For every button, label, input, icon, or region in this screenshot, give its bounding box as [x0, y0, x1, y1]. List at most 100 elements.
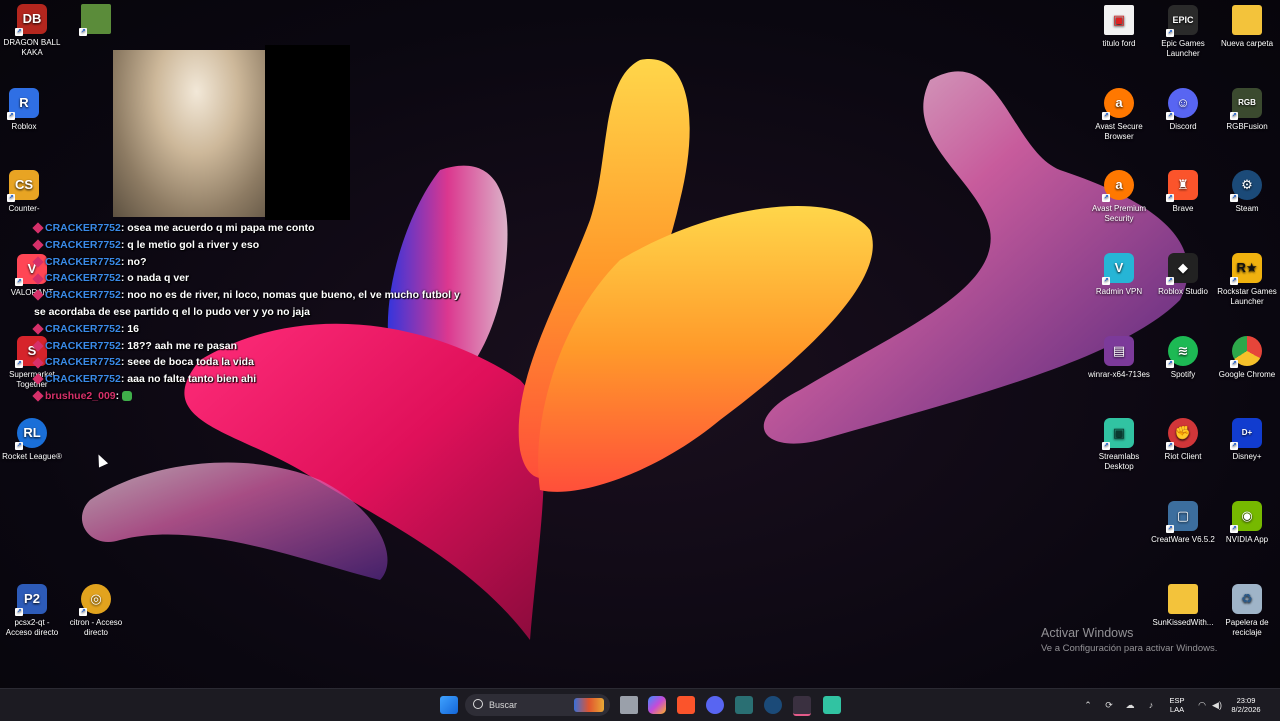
desktop-icon-label: Avast Secure Browser	[1095, 122, 1143, 141]
nvidia-icon: ◉ ↗	[1230, 501, 1262, 533]
desktop-icon-label: Spotify	[1170, 370, 1196, 379]
pcsx2-icon: P2 ↗	[15, 584, 47, 616]
desktop-icon-label: pcsx2-qt - Acceso directo	[5, 618, 59, 637]
counter-strike-icon: CS ↗	[7, 170, 39, 202]
sync-icon[interactable]: ⟳	[1104, 700, 1114, 710]
desktop-icon-disney-plus[interactable]: D+ ↗ Disney+	[1215, 418, 1279, 498]
language-indicator[interactable]: ESP LAA	[1166, 696, 1188, 714]
desktop-icon-avast-security[interactable]: a ↗ Avast Premium Security	[1087, 170, 1151, 250]
file-explorer-icon[interactable]	[735, 696, 753, 714]
desktop-icon-avast-browser[interactable]: a ↗ Avast Secure Browser	[1087, 88, 1151, 168]
emote-icon	[122, 391, 133, 402]
desktop-icon-label: Rocket League®	[2, 452, 62, 461]
desktop-icon-spotify[interactable]: ≋ ↗ Spotify	[1151, 336, 1215, 416]
desktop-icon-label: Epic Games Launcher	[1161, 39, 1205, 58]
steam-taskbar-icon[interactable]	[764, 696, 782, 714]
watermark-subtitle: Ve a Configuración para activar Windows.	[1041, 643, 1218, 654]
chat-username: CRACKER7752	[45, 322, 121, 335]
wifi-icon[interactable]: ◠	[1197, 700, 1207, 710]
discord-icon: ☺ ↗	[1166, 88, 1198, 120]
search-placeholder: Buscar	[489, 700, 518, 710]
desktop-icon-label: Papelera de reciclaje	[1225, 618, 1269, 637]
desktop-icon-label: Google Chrome	[1218, 370, 1276, 379]
desktop-icon-label: Streamlabs Desktop	[1098, 452, 1140, 471]
chat-message: CRACKER7752: 16	[32, 321, 474, 338]
radmin-vpn-icon: V ↗	[1102, 253, 1134, 285]
desktop-icon-label: NVIDIA App	[1225, 535, 1269, 544]
minecraft-icon: ↗	[79, 4, 111, 36]
desktop-icon-label: citron - Acceso directo	[69, 618, 123, 637]
copilot-icon[interactable]	[648, 696, 666, 714]
folder-icon	[1168, 584, 1198, 614]
task-view-button[interactable]	[620, 696, 638, 714]
chat-username: brushue2_009	[45, 389, 116, 402]
chat-username: CRACKER7752	[45, 289, 121, 302]
desktop-icon-citron[interactable]: ◎ ↗ citron - Acceso directo	[64, 584, 128, 664]
brave-icon: ♜ ↗	[1166, 170, 1198, 202]
start-button[interactable]	[440, 696, 458, 714]
chat-text: : no?	[120, 255, 147, 268]
clock[interactable]: 23:09 8/2/2026	[1226, 696, 1266, 714]
chevron-up-icon[interactable]: ⌃	[1083, 700, 1093, 710]
desktop-icon-discord[interactable]: ☺ ↗ Discord	[1151, 88, 1215, 168]
desktop-icon-radmin-vpn[interactable]: V ↗ Radmin VPN	[1087, 253, 1151, 333]
desktop-icon-pcsx2[interactable]: P2 ↗ pcsx2-qt - Acceso directo	[0, 584, 64, 664]
stream-chat-overlay: CRACKER7752: osea me acuerdo q mi papa m…	[32, 220, 474, 405]
desktop-icon-riot-client[interactable]: ✊ ↗ Riot Client	[1151, 418, 1215, 498]
creatware-icon: ▢ ↗	[1166, 501, 1198, 533]
disney-plus-icon: D+ ↗	[1230, 418, 1262, 450]
desktop-icon-recycle-bin[interactable]: ♻ Papelera de reciclaje	[1215, 584, 1279, 664]
desktop-icon-winrar[interactable]: ▤ winrar-x64-713es	[1087, 336, 1151, 416]
desktop-icon-label: Radmin VPN	[1095, 287, 1143, 296]
desktop-icon-nvidia[interactable]: ◉ ↗ NVIDIA App	[1215, 501, 1279, 581]
obs-taskbar-icon[interactable]	[793, 696, 811, 716]
desktop-icon-minecraft[interactable]: ↗	[64, 4, 128, 84]
moderator-badge-icon	[32, 340, 44, 352]
taskbar-search[interactable]: Buscar	[465, 694, 610, 716]
desktop-icon-rgbfusion[interactable]: RGB ↗ RGBFusion	[1215, 88, 1279, 168]
desktop-icon-rockstar[interactable]: R★ ↗ Rockstar Games Launcher	[1215, 253, 1279, 333]
webcam-overlay-frame	[265, 45, 350, 220]
webcam-overlay	[113, 50, 265, 217]
microphone-icon[interactable]: ♪	[1146, 700, 1156, 710]
chat-message: CRACKER7752: osea me acuerdo q mi papa m…	[32, 220, 474, 237]
chat-message: brushue2_009:	[32, 388, 474, 405]
desktop-icon-label: Steam	[1235, 204, 1259, 213]
desktop-icon-label: Disney+	[1232, 452, 1262, 461]
desktop-icon-label: Roblox	[11, 122, 37, 131]
avast-security-icon: a ↗	[1102, 170, 1134, 202]
desktop-icon-roblox[interactable]: R ↗ Roblox	[0, 88, 56, 168]
chat-text: : o nada q ver	[120, 272, 190, 285]
desktop-icon-chrome[interactable]: ↗ Google Chrome	[1215, 336, 1279, 416]
chat-username: CRACKER7752	[45, 238, 121, 251]
cloud-icon[interactable]: ☁	[1125, 700, 1135, 710]
desktop-icon-label: Roblox Studio	[1158, 287, 1208, 296]
desktop-icon-roblox-studio[interactable]: ◆ ↗ Roblox Studio	[1151, 253, 1215, 333]
desktop-icon-steam[interactable]: ⚙ ↗ Steam	[1215, 170, 1279, 250]
chat-username: CRACKER7752	[45, 339, 121, 352]
chat-message: CRACKER7752: aaa no falta tanto bien ahi	[32, 371, 474, 388]
desktop-icon-epic-games[interactable]: EPIC ↗ Epic Games Launcher	[1151, 5, 1215, 85]
moderator-badge-icon	[32, 356, 44, 369]
desktop-icon-titulo-ford[interactable]: ▣ titulo ford	[1087, 5, 1151, 85]
moderator-badge-icon	[32, 323, 44, 335]
chat-text: :	[115, 389, 120, 402]
streamlabs-taskbar-icon[interactable]	[823, 696, 841, 714]
discord-taskbar-icon[interactable]	[706, 696, 724, 714]
brave-taskbar-icon[interactable]	[677, 696, 695, 714]
desktop-icon-streamlabs[interactable]: ▣ ↗ Streamlabs Desktop	[1087, 418, 1151, 498]
desktop-icon-label: DRAGON BALL KAKA	[3, 38, 61, 57]
chat-message: CRACKER7752: seee de boca toda la vida	[32, 354, 474, 371]
rgbfusion-icon: RGB ↗	[1230, 88, 1262, 120]
desktop-icon-label: Discord	[1169, 122, 1197, 131]
desktop-icon-nueva-carpeta[interactable]: Nueva carpeta	[1215, 5, 1279, 85]
desktop-icon-rocket-league[interactable]: RL ↗ Rocket League®	[0, 418, 64, 498]
roblox-studio-icon: ◆ ↗	[1166, 253, 1198, 285]
volume-icon[interactable]: ◀)	[1212, 700, 1222, 710]
desktop-icon-creatware[interactable]: ▢ ↗ CreatWare V6.5.2	[1151, 501, 1215, 581]
desktop-icon-brave[interactable]: ♜ ↗ Brave	[1151, 170, 1215, 250]
desktop-icon-label: RGBFusion	[1226, 122, 1268, 131]
chat-message: CRACKER7752: 18?? aah me re pasan	[32, 338, 474, 355]
avast-browser-icon: a ↗	[1102, 88, 1134, 120]
desktop-icon-dragonball[interactable]: DB ↗ DRAGON BALL KAKA	[0, 4, 64, 84]
